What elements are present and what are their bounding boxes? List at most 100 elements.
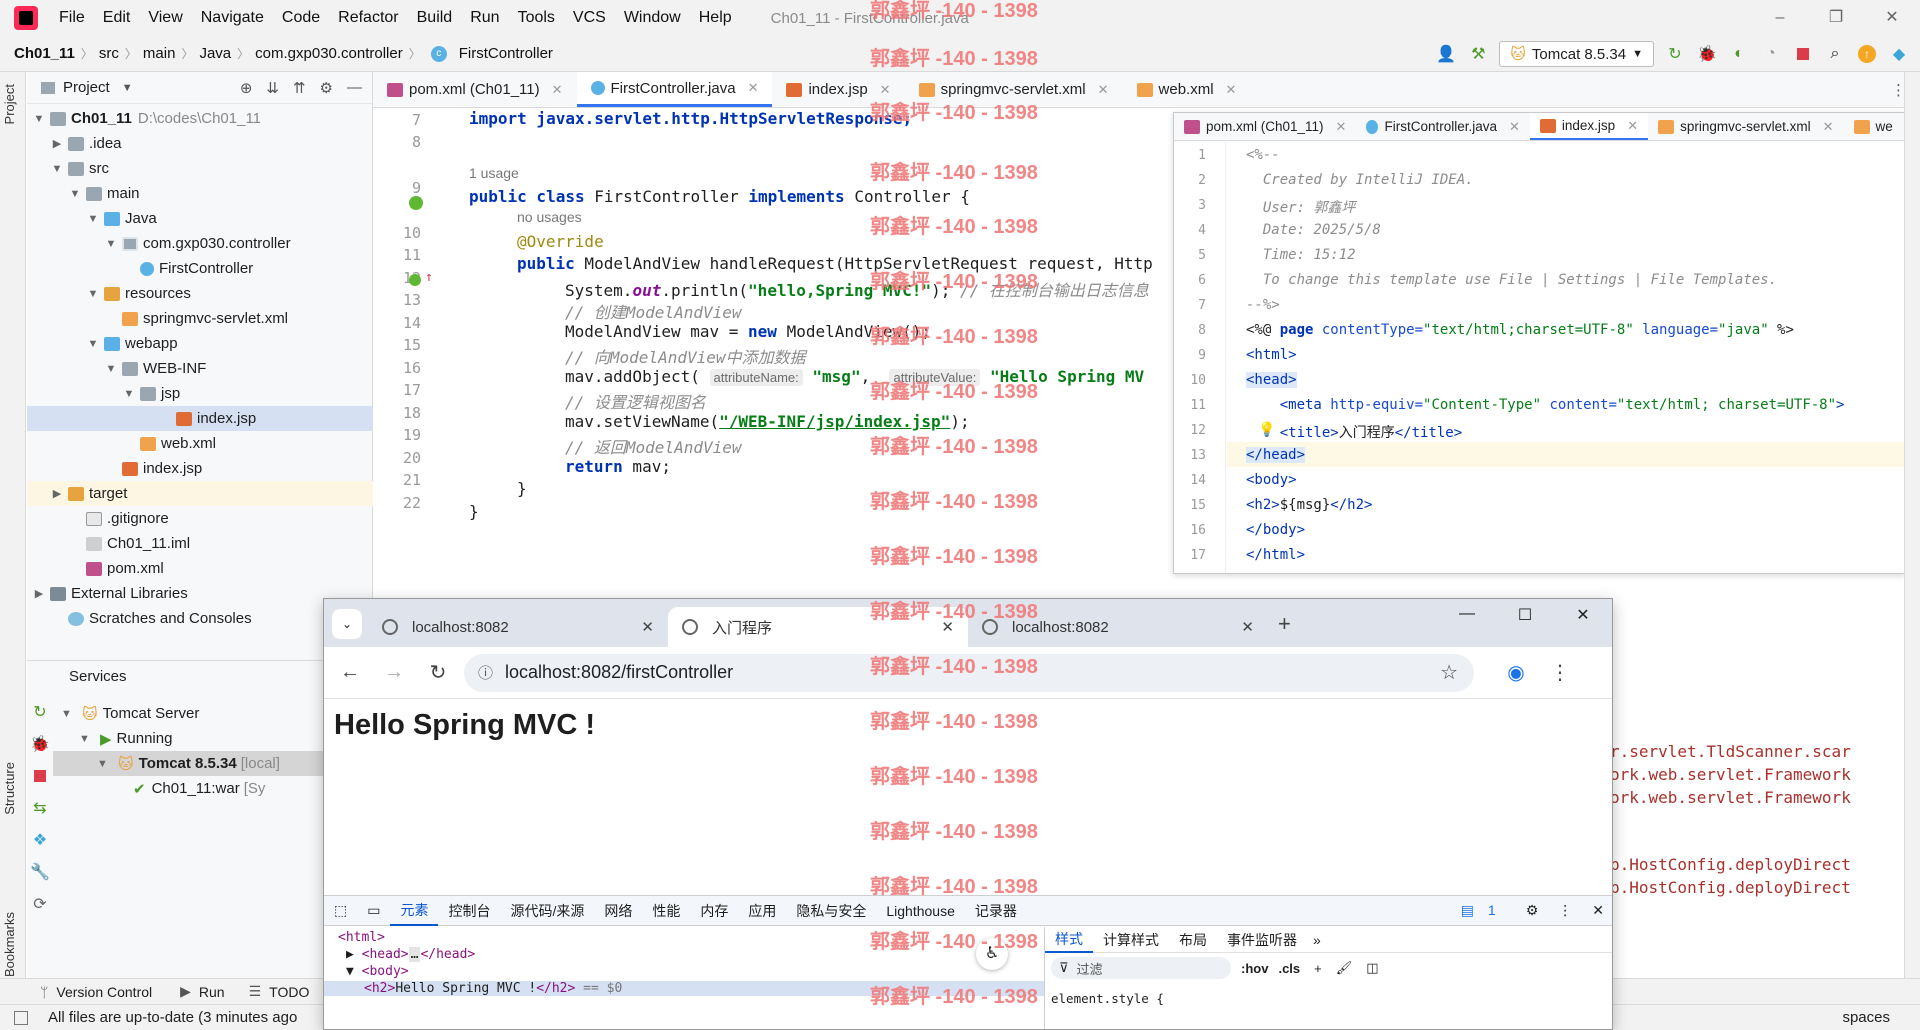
user-icon[interactable]: 👤 [1435, 43, 1457, 65]
tab-web-xml[interactable]: web.xml ✕ [1123, 72, 1251, 107]
paint-icon[interactable]: 🖌 [1336, 960, 1353, 976]
stop-icon[interactable] [1792, 43, 1814, 65]
rerun-icon[interactable]: ↻ [29, 701, 51, 723]
debug-icon[interactable]: 🐞 [1696, 43, 1718, 65]
device-toggle-icon[interactable]: ▭ [357, 902, 390, 919]
tree-node-external-libraries[interactable]: ▶ External Libraries [31, 581, 188, 606]
tab-springmvc-xml[interactable]: springmvc-servlet.xml ✕ [1648, 113, 1843, 140]
element-style-rule[interactable]: element.style { [1045, 983, 1612, 1014]
tree-node-scratches[interactable]: Scratches and Consoles [49, 606, 252, 631]
chevron-down-icon[interactable]: ▼ [97, 758, 113, 770]
chevron-down-icon[interactable]: ▼ [85, 213, 101, 225]
jsp-code[interactable]: <%-- Created by IntelliJ IDEA. User: 郭鑫坪… [1174, 142, 1904, 573]
tree-node-index-jsp[interactable]: index.jsp [103, 456, 202, 481]
update-icon[interactable]: ↑ [1856, 43, 1878, 65]
search-icon[interactable]: ⌕ [1824, 43, 1846, 65]
chevron-down-icon[interactable]: ▼ [67, 188, 83, 200]
tab-springmvc-xml[interactable]: springmvc-servlet.xml ✕ [905, 72, 1123, 107]
tree-node-tomcat-server[interactable]: ▼ 🐱 Tomcat Server [61, 701, 199, 726]
bookmarks-tool-label[interactable]: Bookmarks [2, 912, 17, 977]
breadcrumb-src[interactable]: src [93, 45, 125, 62]
tree-node-running[interactable]: ▼ ▶ Running [79, 726, 172, 751]
tree-node-src[interactable]: ▼ src [49, 156, 109, 181]
browser-tab-1[interactable]: localhost:8082 ✕ [368, 607, 668, 647]
project-tool-label[interactable]: Project [2, 84, 17, 124]
close-icon[interactable]: ✕ [1554, 605, 1612, 625]
artifacts-icon[interactable]: ❖ [29, 829, 51, 851]
site-info-icon[interactable]: ⓘ [478, 662, 493, 683]
devtools-tab-memory[interactable]: 内存 [690, 901, 738, 921]
chevron-down-icon[interactable]: ▼ [103, 238, 119, 250]
chevron-down-icon[interactable]: ▼ [61, 708, 77, 720]
devtools-tab-performance[interactable]: 性能 [642, 901, 690, 921]
dom-node-body[interactable]: ▼ <body> [346, 964, 409, 979]
close-icon[interactable]: ✕ [1098, 82, 1109, 98]
devtools-tab-network[interactable]: 网络 [594, 901, 642, 921]
close-icon[interactable]: ✕ [641, 618, 654, 636]
minimize-icon[interactable]: — [1438, 605, 1496, 625]
menu-edit[interactable]: Edit [94, 0, 140, 36]
code-editor[interactable]: import javax.servlet.http.HttpServletRes… [443, 108, 1163, 602]
devtools-tab-application[interactable]: 应用 [738, 901, 786, 921]
tree-node-jsp[interactable]: ▼ jsp [121, 381, 181, 406]
close-icon[interactable]: ✕ [552, 82, 563, 98]
chevron-right-icon[interactable]: ▶ [49, 487, 65, 500]
styles-tab-styles[interactable]: 样式 [1045, 927, 1093, 953]
tree-node-java[interactable]: ▼ Java [85, 206, 157, 231]
tree-node-idea[interactable]: ▶ .idea [49, 131, 122, 156]
close-icon[interactable]: ✕ [1582, 902, 1612, 919]
devtools-tab-console[interactable]: 控制台 [438, 901, 500, 921]
menu-navigate[interactable]: Navigate [192, 0, 273, 36]
reload-icon[interactable]: ↻ [416, 660, 460, 685]
collapse-all-icon[interactable]: ⇈ [293, 79, 306, 97]
close-icon[interactable]: ✕ [880, 82, 891, 98]
menu-code[interactable]: Code [273, 0, 329, 36]
tab-index-jsp[interactable]: index.jsp ✕ [1529, 113, 1649, 140]
maximize-icon[interactable]: ☐ [1496, 605, 1554, 625]
bean-gutter-icon[interactable] [409, 274, 421, 286]
breadcrumb-class[interactable]: FirstController [453, 45, 559, 62]
more-tabs-icon[interactable]: » [1307, 932, 1327, 948]
bookmark-star-icon[interactable]: ☆ [1440, 660, 1458, 685]
close-icon[interactable]: ✕ [1509, 119, 1520, 135]
tab-web-xml[interactable]: we [1844, 113, 1903, 140]
string-literal[interactable]: "/WEB-INF/jsp/index.jsp" [719, 412, 950, 431]
dom-node-h2-selected[interactable]: <h2>Hello Spring MVC !</h2> == $0 [324, 981, 1044, 996]
chevron-down-icon[interactable]: ▼ [121, 388, 137, 400]
inspect-icon[interactable]: ⬚ [324, 902, 357, 919]
close-icon[interactable]: ✕ [1627, 118, 1638, 134]
styles-tab-listeners[interactable]: 事件监听器 [1217, 930, 1307, 950]
issues-badge[interactable]: ▤ 1 [1451, 902, 1516, 919]
dom-node-head[interactable]: ▶ <head>… </head> [346, 947, 475, 962]
project-panel-title[interactable]: Project [63, 79, 110, 96]
minimize-icon[interactable]: – [1752, 0, 1808, 36]
indent-status[interactable]: spaces [1842, 1009, 1890, 1026]
tab-first-controller[interactable]: FirstController.java ✕ [1356, 113, 1529, 140]
chevron-right-icon[interactable]: ▶ [31, 587, 47, 600]
tab-first-controller[interactable]: FirstController.java ✕ [576, 72, 773, 107]
tree-node-main[interactable]: ▼ main [67, 181, 140, 206]
accessibility-icon[interactable]: ♿ [976, 938, 1008, 970]
menu-run[interactable]: Run [461, 0, 508, 36]
tree-node-gitignore[interactable]: .gitignore [67, 506, 169, 531]
breadcrumb-project[interactable]: Ch01_11 [0, 45, 81, 62]
gear-icon[interactable]: ⚙ [320, 79, 333, 97]
forward-icon[interactable]: → [372, 661, 416, 684]
styles-tab-computed[interactable]: 计算样式 [1093, 930, 1169, 950]
address-bar[interactable]: ⓘ localhost:8082/firstController ☆ [464, 653, 1474, 692]
menu-file[interactable]: File [50, 0, 94, 36]
tree-node-springmvc-xml[interactable]: springmvc-servlet.xml [103, 306, 288, 331]
chevron-down-icon[interactable]: ▼ [79, 733, 95, 745]
chevron-down-icon[interactable]: ▼ [31, 113, 47, 125]
locate-icon[interactable]: ⊕ [240, 79, 253, 97]
tree-node-index-jsp-selected[interactable]: index.jsp [27, 406, 373, 431]
menu-refactor[interactable]: Refactor [329, 0, 407, 36]
run-configuration-select[interactable]: 🐱 Tomcat 8.5.34 ▼ [1499, 41, 1654, 67]
more-icon[interactable]: ⋮ [1548, 902, 1582, 919]
close-icon[interactable]: ✕ [1336, 119, 1347, 135]
jetbrains-icon[interactable]: ◆ [1888, 43, 1910, 65]
stop-icon[interactable] [29, 765, 51, 787]
deploy-icon[interactable]: ⇆ [29, 797, 51, 819]
close-icon[interactable]: ✕ [1823, 119, 1834, 135]
profile-icon[interactable]: ◉ [1494, 660, 1538, 685]
